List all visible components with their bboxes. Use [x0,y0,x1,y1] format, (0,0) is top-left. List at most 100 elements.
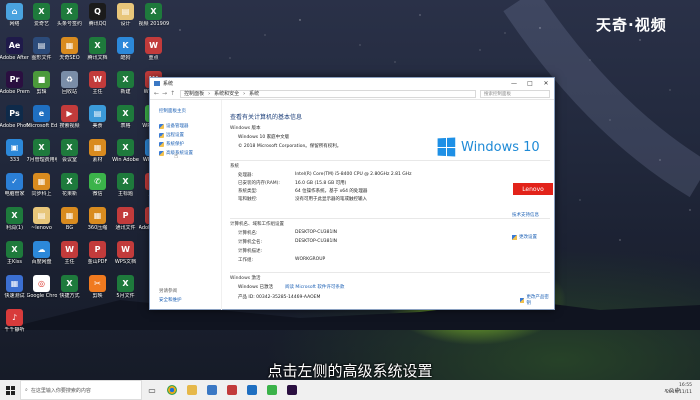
taskbar-clock[interactable]: 16:55 2019/11/11 [666,382,692,396]
desktop-icon[interactable]: PrAdobe Premiere P... [0,71,30,105]
sidebar-remote-settings-link[interactable]: 远程设置 [159,132,184,138]
desktop-icon[interactable]: X 表格 [112,105,139,139]
desktop-icon[interactable]: X 快捷方式 [56,275,83,309]
desktop-icon[interactable]: ♪ 千千静听 [1,309,28,343]
desktop-icon[interactable]: ✆ 微信 [84,173,111,207]
sidebar-device-manager-link[interactable]: 设备管理器 [159,123,189,129]
desktop-icon[interactable]: W主任 [84,71,111,105]
desktop-icon[interactable]: X 5月文件 [112,275,139,309]
desktop-icon[interactable]: X7月管理费用明细 [27,139,57,173]
desktop-icon[interactable]: ■ 剪辑 [28,71,55,105]
shield-icon [512,234,517,240]
desktop-icon[interactable]: ♻ 回收站 [56,71,83,105]
page-title: 查看有关计算机的基本信息 [230,114,303,121]
desktop-icon[interactable]: ▤ ~lenovo [28,207,55,241]
desktop-icon-label: 剪映 [92,293,103,299]
desktop-app-icon: W [117,241,134,258]
desktop-icon[interactable]: ▦ 快速测试 [1,275,28,309]
desktop-icon[interactable]: W 重点 [140,37,167,71]
desktop-icon[interactable]: ⌂ 网络 [1,3,28,37]
close-button[interactable]: ✕ [538,78,554,88]
desktop-icon[interactable]: ▤ 设计 [112,3,139,37]
change-settings-link[interactable]: 更改设置 [512,234,537,240]
desktop-icon[interactable]: X 爱奇艺 [28,3,55,37]
app-taskbar-icon[interactable] [282,380,302,400]
desktop-icon[interactable]: ▤ 美食 [84,105,111,139]
desktop-icon[interactable]: P 金山PDF [84,241,111,275]
processor-value: Intel(R) Core(TM) i5-8400 CPU @ 2.80GHz … [295,172,412,177]
change-product-key-label: 更改产品密钥 [526,295,549,306]
forward-arrow-icon[interactable]: → [162,90,167,97]
desktop-icon[interactable]: W WPS文档 [112,241,139,275]
desktop-icon-grid: ⌂网络AeAdobe After Effects CC ...PrAdobe P… [0,0,169,380]
desktop-icon[interactable]: X 主Kiss [1,241,28,275]
sidebar-home-link[interactable]: 控制面板主页 [159,108,186,114]
file-explorer-taskbar-icon[interactable] [182,380,202,400]
breadcrumb-control-panel[interactable]: 控制面板 [184,90,204,97]
address-bar[interactable]: 控制面板 › 系统和安全 › 系统 [180,89,476,98]
security-maintenance-link[interactable]: 安全和维护 [159,297,182,303]
control-panel-taskbar-icon[interactable] [202,380,222,400]
desktop-icon[interactable]: K 酷狗 [112,37,139,71]
up-arrow-icon[interactable]: ↑ [170,90,175,97]
desktop-icon-label: 百度网盘 [31,259,52,265]
desktop-icon[interactable]: ▦ 同步科上 [28,173,55,207]
desktop-icon-label: 腾讯文档 [87,55,108,61]
sidebar-link-label: 远程设置 [166,133,184,138]
license-terms-link[interactable]: 阅读 Microsoft 软件许可条款 [285,284,344,290]
start-button[interactable] [0,380,20,400]
sidebar-system-protection-link[interactable]: 系统保护 [159,141,184,147]
desktop-icon[interactable]: eMicrosoft Edge [27,105,57,139]
desktop-icon[interactable]: ▣ 333 [1,139,28,173]
desktop-app-icon: X [61,3,78,20]
desktop-app-icon: P [89,241,106,258]
desktop-icon[interactable]: P 通讯文件 [112,207,139,241]
desktop-icon[interactable]: X 利润(1) [1,207,28,241]
desktop-icon[interactable]: ◎Google Chrome [27,275,57,309]
maximize-button[interactable]: □ [522,78,538,88]
desktop-icon-label: 花果新 [61,191,77,197]
back-arrow-icon[interactable]: ← [154,90,159,97]
divider [230,218,550,219]
desktop-icon[interactable]: W主任 [56,241,83,275]
desktop-icon-label: 快速测试 [4,293,25,299]
desktop-icon[interactable]: X 头条号签约 [56,3,83,37]
desktop-icon-label: 同步科上 [31,191,52,197]
desktop-icon[interactable]: X 主标题 [112,173,139,207]
desktop-icon[interactable]: ☁ 百度网盘 [28,241,55,275]
desktop-app-icon: X [117,139,134,156]
desktop-icon[interactable]: AeAdobe After Effects CC ... [0,37,30,71]
ram-label: 已安装的内存(RAM): [238,181,280,186]
change-product-key-link[interactable]: 更改产品密钥 [520,294,550,306]
desktop-icon[interactable]: X Win Adobe [112,139,139,173]
desktop-icon[interactable]: Q 腾讯QQ [84,3,111,37]
desktop-icon[interactable]: ▶ 搜索视频 [56,105,83,139]
desktop-icon[interactable]: X 会议室 [56,139,83,173]
wps-taskbar-icon[interactable] [222,380,242,400]
breadcrumb-system[interactable]: 系统 [249,90,259,97]
desktop-icon[interactable]: ▦ 360压缩 [84,207,111,241]
minimize-button[interactable]: — [506,78,522,88]
copyright-text: © 2018 Microsoft Corporation。保留所有权利。 [238,144,342,149]
breadcrumb-system-security[interactable]: 系统和安全 [214,90,239,97]
window-titlebar[interactable]: 系统 — □ ✕ [150,78,554,88]
desktop-icon[interactable]: ▦ 素材 [84,139,111,173]
desktop-icon-label: 金山PDF [87,259,108,265]
desktop-icon[interactable]: X视频 2019091 [139,3,169,37]
desktop-icon[interactable]: ▦ 天奇SEO [56,37,83,71]
desktop-icon[interactable]: ✂ 剪映 [84,275,111,309]
task-view-icon[interactable]: ▭ [142,380,162,400]
app-taskbar-icon[interactable] [262,380,282,400]
search-icon: ⌕ [25,387,28,393]
edge-taskbar-icon[interactable] [242,380,262,400]
desktop-icon[interactable]: ▦ BG [56,207,83,241]
desktop-icon[interactable]: X 花果新 [56,173,83,207]
desktop-icon[interactable]: ✓ 电脑管家 [1,173,28,207]
chrome-taskbar-icon[interactable] [162,380,182,400]
taskbar-search-input[interactable]: ⌕ 在这里输入你要搜索的内容 [20,380,142,400]
desktop-icon[interactable]: X 腾讯文档 [84,37,111,71]
control-panel-search-input[interactable]: 搜索控制面板 [480,89,550,98]
desktop-icon[interactable]: X 新建 [112,71,139,105]
desktop-icon[interactable]: ▤ 图形文件 [28,37,55,71]
desktop-icon[interactable]: PsAdobe Photosh... [0,105,30,139]
